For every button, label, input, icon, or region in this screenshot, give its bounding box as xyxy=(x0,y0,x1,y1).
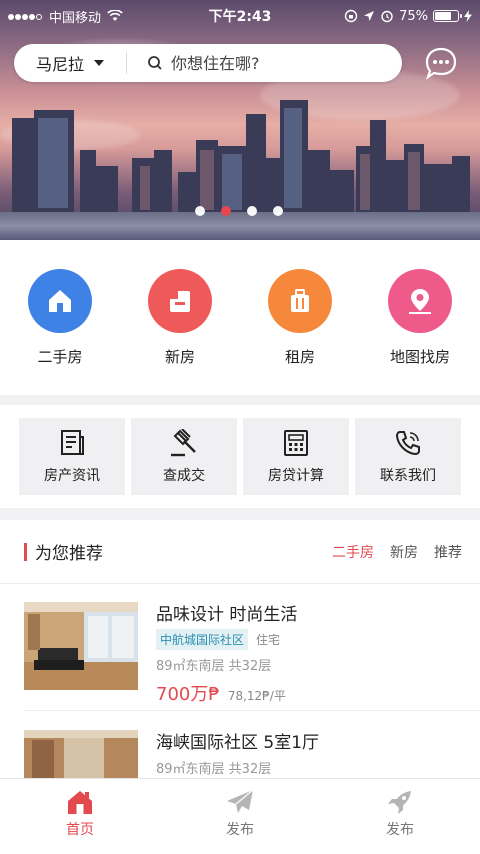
paper-plane-icon xyxy=(227,789,254,813)
rotation-lock-icon xyxy=(344,9,358,23)
tool-label: 房产资讯 xyxy=(44,467,100,484)
tool-grid: 房产资讯 查成交 房贷计算 联系我们 xyxy=(0,405,480,508)
tool-label: 联系我们 xyxy=(380,467,436,484)
property-type: 住宅 xyxy=(256,633,281,647)
category-new-house[interactable]: 新房 xyxy=(120,240,240,395)
chat-bubble-icon xyxy=(425,47,457,80)
banner-carousel[interactable]: 中国移动 下午2:43 75% 马尼拉 你想住在哪? xyxy=(0,0,480,240)
calculator-icon xyxy=(284,429,308,456)
status-bar: 中国移动 下午2:43 75% xyxy=(0,0,480,32)
tab-label: 首页 xyxy=(66,822,94,838)
city-skyline-image xyxy=(12,100,470,214)
tool-label: 房贷计算 xyxy=(268,467,324,484)
listing-title: 海峡国际社区 5室1厅 xyxy=(156,733,320,753)
category-secondhand[interactable]: 二手房 xyxy=(0,240,120,395)
battery-icon xyxy=(433,10,462,22)
location-arrow-icon xyxy=(364,11,375,21)
category-nav: 二手房 新房 租房 地图找房 xyxy=(0,240,480,395)
category-label: 租房 xyxy=(284,348,315,366)
alarm-icon xyxy=(381,10,393,23)
battery-percent: 75% xyxy=(399,8,428,24)
news-icon xyxy=(61,429,84,455)
tab-secondhand[interactable]: 二手房 xyxy=(332,542,374,562)
tab-recommended[interactable]: 推荐 xyxy=(434,542,462,562)
clock: 下午2:43 xyxy=(208,9,272,25)
home-icon xyxy=(68,791,92,814)
tab-new-house[interactable]: 新房 xyxy=(390,542,418,562)
tab-home[interactable]: 首页 xyxy=(0,779,160,854)
wifi-icon xyxy=(107,10,123,21)
tab-label: 发布 xyxy=(226,822,254,838)
search-bar: 马尼拉 xyxy=(14,44,402,82)
city-selector[interactable]: 马尼拉 xyxy=(14,51,126,75)
bottom-tab-bar: 首页 发布 发布 xyxy=(0,778,480,854)
section-marker xyxy=(24,542,27,561)
listing-meta: 89㎡东南层 共32层 xyxy=(156,659,272,674)
tab-publish[interactable]: 发布 xyxy=(160,779,320,854)
section-title: 为您推荐 xyxy=(35,544,103,564)
recommend-tabs: 二手房 新房 推荐 xyxy=(332,542,462,562)
tab-publish-2[interactable]: 发布 xyxy=(320,779,480,854)
category-icon-bg xyxy=(148,269,212,333)
new-building-icon xyxy=(170,291,190,312)
tool-news[interactable]: 房产资讯 xyxy=(19,418,125,495)
category-rent[interactable]: 租房 xyxy=(240,240,360,395)
carousel-dot[interactable] xyxy=(195,206,205,216)
recommend-section: 为您推荐 二手房 新房 推荐 品味设计 时尚生活 中航城国际社区 住宅 89㎡东… xyxy=(0,520,480,818)
listing-card[interactable]: 品味设计 时尚生活 中航城国际社区 住宅 89㎡东南层 共32层 700万₱ 7… xyxy=(24,602,476,705)
signal-strength-icon xyxy=(8,9,43,24)
listing-photo xyxy=(24,602,138,690)
category-label: 二手房 xyxy=(37,348,83,366)
list-divider xyxy=(24,710,480,711)
house-icon xyxy=(49,290,71,312)
carousel-indicator xyxy=(195,206,283,216)
charging-icon xyxy=(464,10,472,22)
listing-price: 700万₱ xyxy=(156,684,220,705)
tab-label: 发布 xyxy=(386,822,414,838)
listing-title: 品味设计 时尚生活 xyxy=(156,605,298,625)
luggage-icon xyxy=(291,289,309,312)
message-button[interactable] xyxy=(421,44,459,82)
category-map-search[interactable]: 地图找房 xyxy=(360,240,480,395)
city-label: 马尼拉 xyxy=(35,55,84,74)
carousel-dot[interactable] xyxy=(221,206,231,216)
category-label: 地图找房 xyxy=(389,348,450,366)
map-pin-icon xyxy=(409,289,431,314)
rocket-icon xyxy=(388,791,411,814)
category-icon-bg xyxy=(268,269,332,333)
chevron-down-icon xyxy=(94,60,104,66)
recommend-header: 为您推荐 二手房 新房 推荐 xyxy=(0,520,480,584)
gavel-icon xyxy=(171,428,196,456)
listing-meta: 89㎡东南层 共32层 xyxy=(156,762,272,777)
tool-transactions[interactable]: 查成交 xyxy=(131,418,237,495)
search-input[interactable] xyxy=(171,53,371,73)
banner-water xyxy=(0,212,480,240)
category-label: 新房 xyxy=(164,348,195,366)
category-icon-bg xyxy=(28,269,92,333)
carrier-label: 中国移动 xyxy=(49,10,102,26)
search-icon xyxy=(148,56,162,70)
category-icon-bg xyxy=(388,269,452,333)
tool-mortgage-calculator[interactable]: 房贷计算 xyxy=(243,418,349,495)
carousel-dot[interactable] xyxy=(247,206,257,216)
tool-contact-us[interactable]: 联系我们 xyxy=(355,418,461,495)
tool-label: 查成交 xyxy=(163,467,205,484)
phone-icon xyxy=(395,430,420,455)
community-tag: 中航城国际社区 xyxy=(156,629,249,650)
listing-unit-price: 78,12₱/平 xyxy=(227,689,286,703)
carousel-dot[interactable] xyxy=(273,206,283,216)
